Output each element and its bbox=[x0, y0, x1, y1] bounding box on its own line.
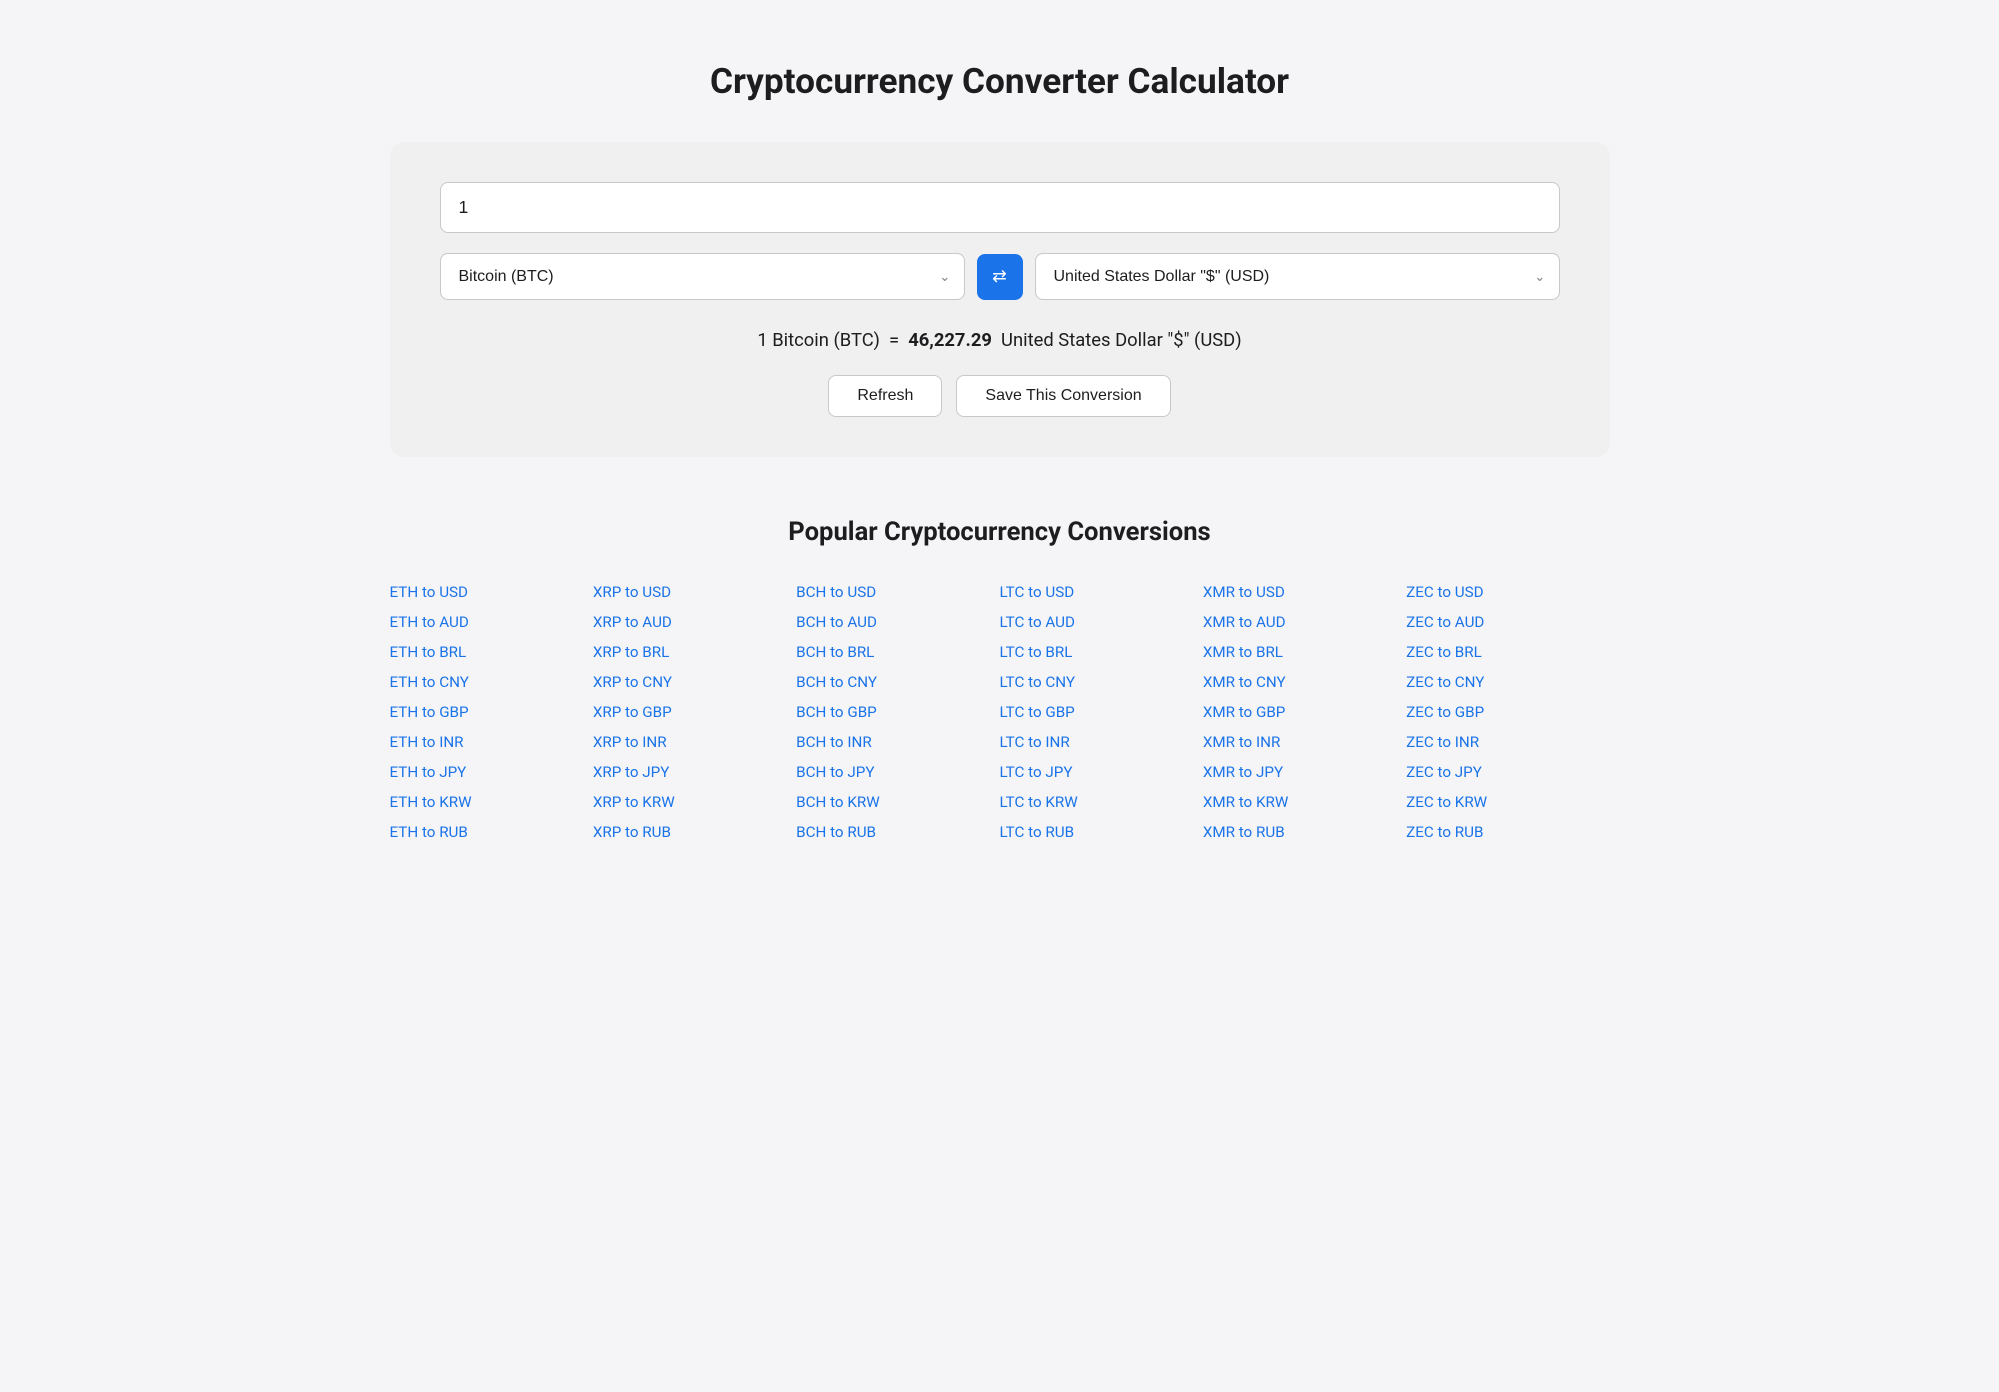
conversion-link[interactable]: ETH to CNY bbox=[390, 673, 593, 691]
conversion-link[interactable]: LTC to INR bbox=[999, 733, 1202, 751]
conversion-link[interactable]: LTC to JPY bbox=[999, 763, 1202, 781]
page-title: Cryptocurrency Converter Calculator bbox=[390, 60, 1610, 102]
conversion-link[interactable]: BCH to KRW bbox=[796, 793, 999, 811]
from-currency-wrapper: Bitcoin (BTC) ⌄ bbox=[440, 253, 965, 300]
conversion-link[interactable]: BCH to USD bbox=[796, 583, 999, 601]
conversion-link[interactable]: ZEC to RUB bbox=[1406, 823, 1609, 841]
conversion-link[interactable]: ETH to BRL bbox=[390, 643, 593, 661]
conversion-link[interactable]: XMR to AUD bbox=[1203, 613, 1406, 631]
swap-button[interactable]: ⇄ bbox=[977, 254, 1023, 300]
conversion-link[interactable]: ETH to KRW bbox=[390, 793, 593, 811]
to-currency-select[interactable]: United States Dollar "$" (USD) bbox=[1035, 253, 1560, 300]
conversion-link[interactable]: LTC to USD bbox=[999, 583, 1202, 601]
conversion-link[interactable]: ZEC to AUD bbox=[1406, 613, 1609, 631]
conversion-column-1: XRP to USD XRP to AUD XRP to BRL XRP to CNY… bbox=[593, 583, 796, 841]
conversion-link[interactable]: BCH to BRL bbox=[796, 643, 999, 661]
conversion-link[interactable]: XRP to KRW bbox=[593, 793, 796, 811]
conversion-link[interactable]: XMR to BRL bbox=[1203, 643, 1406, 661]
refresh-button[interactable]: Refresh bbox=[828, 375, 942, 417]
conversion-column-3: LTC to USD LTC to AUD LTC to BRL LTC to CNY… bbox=[999, 583, 1202, 841]
conversion-column-5: ZEC to USD ZEC to AUD ZEC to BRL ZEC to CNY… bbox=[1406, 583, 1609, 841]
conversion-link[interactable]: LTC to AUD bbox=[999, 613, 1202, 631]
result-row: 1 Bitcoin (BTC) = 46,227.29 United State… bbox=[440, 330, 1560, 351]
conversion-link[interactable]: ETH to GBP bbox=[390, 703, 593, 721]
result-equals: = bbox=[889, 330, 899, 351]
conversion-link[interactable]: XRP to AUD bbox=[593, 613, 796, 631]
conversion-link[interactable]: BCH to GBP bbox=[796, 703, 999, 721]
conversion-link[interactable]: BCH to AUD bbox=[796, 613, 999, 631]
conversion-link[interactable]: ETH to RUB bbox=[390, 823, 593, 841]
conversion-link[interactable]: ZEC to INR bbox=[1406, 733, 1609, 751]
result-value: 46,227.29 bbox=[908, 330, 992, 351]
conversion-link[interactable]: LTC to RUB bbox=[999, 823, 1202, 841]
conversion-column-2: BCH to USD BCH to AUD BCH to BRL BCH to CNY… bbox=[796, 583, 999, 841]
conversion-link[interactable]: XRP to CNY bbox=[593, 673, 796, 691]
conversion-link[interactable]: XRP to BRL bbox=[593, 643, 796, 661]
conversion-link[interactable]: LTC to KRW bbox=[999, 793, 1202, 811]
amount-input[interactable] bbox=[440, 182, 1560, 233]
from-currency-select[interactable]: Bitcoin (BTC) bbox=[440, 253, 965, 300]
conversion-column-4: XMR to USD XMR to AUD XMR to BRL XMR to CNY… bbox=[1203, 583, 1406, 841]
conversion-link[interactable]: BCH to CNY bbox=[796, 673, 999, 691]
conversion-link[interactable]: XRP to INR bbox=[593, 733, 796, 751]
conversion-link[interactable]: ETH to JPY bbox=[390, 763, 593, 781]
conversion-link[interactable]: XMR to RUB bbox=[1203, 823, 1406, 841]
conversion-link[interactable]: XMR to JPY bbox=[1203, 763, 1406, 781]
result-prefix: 1 Bitcoin (BTC) bbox=[757, 330, 880, 351]
conversion-link[interactable]: XRP to RUB bbox=[593, 823, 796, 841]
action-buttons: Refresh Save This Conversion bbox=[440, 375, 1560, 417]
conversion-link[interactable]: XMR to KRW bbox=[1203, 793, 1406, 811]
conversion-link[interactable]: XRP to USD bbox=[593, 583, 796, 601]
popular-title: Popular Cryptocurrency Conversions bbox=[390, 517, 1610, 547]
conversion-link[interactable]: XRP to GBP bbox=[593, 703, 796, 721]
conversion-link[interactable]: ETH to USD bbox=[390, 583, 593, 601]
conversion-link[interactable]: XMR to USD bbox=[1203, 583, 1406, 601]
conversion-link[interactable]: ZEC to KRW bbox=[1406, 793, 1609, 811]
conversion-link[interactable]: ZEC to USD bbox=[1406, 583, 1609, 601]
conversion-link[interactable]: XMR to INR bbox=[1203, 733, 1406, 751]
conversion-link[interactable]: XMR to CNY bbox=[1203, 673, 1406, 691]
conversion-link[interactable]: LTC to GBP bbox=[999, 703, 1202, 721]
conversion-link[interactable]: ZEC to GBP bbox=[1406, 703, 1609, 721]
conversion-link[interactable]: BCH to RUB bbox=[796, 823, 999, 841]
result-suffix: United States Dollar "$" (USD) bbox=[1001, 330, 1242, 351]
conversion-link[interactable]: XMR to GBP bbox=[1203, 703, 1406, 721]
conversion-link[interactable]: BCH to INR bbox=[796, 733, 999, 751]
to-currency-wrapper: United States Dollar "$" (USD) ⌄ bbox=[1035, 253, 1560, 300]
save-conversion-button[interactable]: Save This Conversion bbox=[956, 375, 1170, 417]
conversion-link[interactable]: ETH to AUD bbox=[390, 613, 593, 631]
swap-icon: ⇄ bbox=[992, 266, 1007, 287]
popular-section: Popular Cryptocurrency Conversions ETH t… bbox=[390, 517, 1610, 841]
conversion-column-0: ETH to USD ETH to AUD ETH to BRL ETH to CNY… bbox=[390, 583, 593, 841]
conversion-link[interactable]: ZEC to BRL bbox=[1406, 643, 1609, 661]
conversion-link[interactable]: ETH to INR bbox=[390, 733, 593, 751]
converter-card: Bitcoin (BTC) ⌄ ⇄ United States Dollar "… bbox=[390, 142, 1610, 457]
conversion-link[interactable]: XRP to JPY bbox=[593, 763, 796, 781]
conversions-grid: ETH to USD ETH to AUD ETH to BRL ETH to CNY… bbox=[390, 583, 1610, 841]
conversion-link[interactable]: LTC to BRL bbox=[999, 643, 1202, 661]
conversion-link[interactable]: ZEC to JPY bbox=[1406, 763, 1609, 781]
conversion-link[interactable]: ZEC to CNY bbox=[1406, 673, 1609, 691]
conversion-link[interactable]: LTC to CNY bbox=[999, 673, 1202, 691]
currency-row: Bitcoin (BTC) ⌄ ⇄ United States Dollar "… bbox=[440, 253, 1560, 300]
conversion-link[interactable]: BCH to JPY bbox=[796, 763, 999, 781]
